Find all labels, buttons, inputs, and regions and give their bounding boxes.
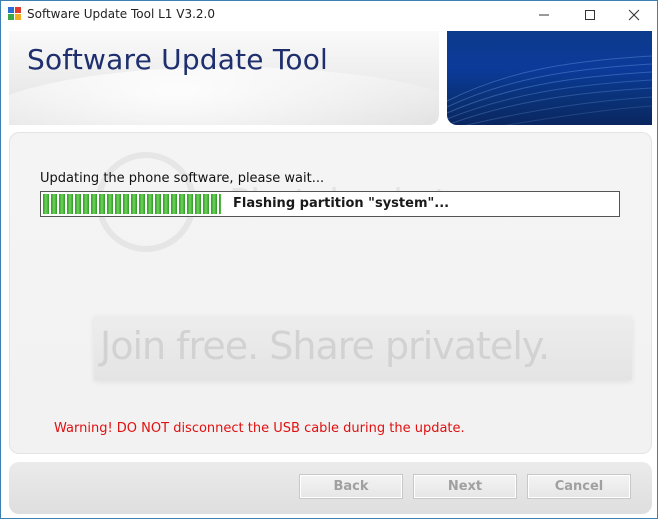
maximize-icon xyxy=(585,10,595,20)
header-banner-image xyxy=(447,31,652,125)
app-icon xyxy=(8,7,21,20)
cancel-button[interactable]: Cancel xyxy=(527,474,631,499)
watermark-banner: Join free. Share privately. xyxy=(94,316,632,380)
footer-panel: Back Next Cancel xyxy=(9,462,652,514)
next-button[interactable]: Next xyxy=(413,474,517,499)
header-panel: Software Update Tool xyxy=(9,31,439,125)
back-button[interactable]: Back xyxy=(299,474,403,499)
progress-bar: Flashing partition "system"... xyxy=(40,191,620,217)
app-window: Software Update Tool L1 V3.2.0 Software … xyxy=(0,0,658,519)
minimize-icon xyxy=(539,14,549,16)
close-icon xyxy=(628,9,640,21)
progress-fill xyxy=(43,194,221,214)
main-panel: Photobucket Updating the phone software,… xyxy=(9,132,652,454)
close-button[interactable] xyxy=(611,1,657,29)
usb-warning-text: Warning! DO NOT disconnect the USB cable… xyxy=(54,421,465,436)
status-label: Updating the phone software, please wait… xyxy=(40,171,325,186)
title-bar[interactable]: Software Update Tool L1 V3.2.0 xyxy=(1,1,657,29)
watermark-tagline: Join free. Share privately. xyxy=(100,324,550,368)
window-title: Software Update Tool L1 V3.2.0 xyxy=(27,7,215,21)
header-title: Software Update Tool xyxy=(27,43,329,76)
blue-wave-graphic xyxy=(447,55,652,125)
progress-text: Flashing partition "system"... xyxy=(233,196,450,211)
minimize-button[interactable] xyxy=(521,1,567,29)
maximize-button[interactable] xyxy=(567,1,613,29)
